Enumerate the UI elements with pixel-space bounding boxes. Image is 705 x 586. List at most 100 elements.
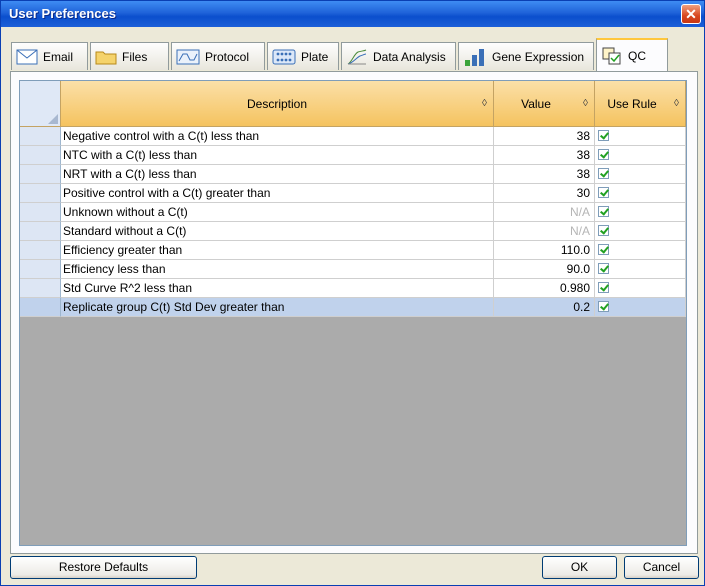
use-rule-cell <box>595 298 686 317</box>
sort-icon: ◊ <box>583 98 588 109</box>
row-header[interactable] <box>20 279 61 298</box>
cancel-button[interactable]: Cancel <box>624 556 699 579</box>
use-rule-cell <box>595 241 686 260</box>
use-rule-cell <box>595 222 686 241</box>
row-header[interactable] <box>20 222 61 241</box>
value-cell[interactable]: 30 <box>494 184 595 203</box>
folder-icon <box>95 51 117 64</box>
row-header[interactable] <box>20 203 61 222</box>
row-header[interactable] <box>20 165 61 184</box>
use-rule-checkbox[interactable] <box>598 187 609 198</box>
tab-label: Plate <box>301 49 329 64</box>
table-row[interactable]: Std Curve R^2 less than 0.980 <box>20 279 686 298</box>
value-cell: N/A <box>494 203 595 222</box>
bar-chart-icon <box>465 48 484 66</box>
table-row[interactable]: Positive control with a C(t) greater tha… <box>20 184 686 203</box>
grid-corner-header[interactable] <box>20 81 61 127</box>
user-preferences-dialog: User Preferences ✕ Email Files Protocol … <box>0 0 705 586</box>
description-cell: Efficiency greater than <box>61 241 494 260</box>
use-rule-checkbox[interactable] <box>598 225 609 236</box>
value-cell: N/A <box>494 222 595 241</box>
row-header[interactable] <box>20 260 61 279</box>
use-rule-cell <box>595 165 686 184</box>
title-bar[interactable]: User Preferences ✕ <box>1 1 704 27</box>
use-rule-checkbox[interactable] <box>598 130 609 141</box>
ok-button[interactable]: OK <box>542 556 617 579</box>
qc-rules-grid: Description ◊ Value ◊ Use Rule ◊ Negativ… <box>19 80 687 546</box>
row-header[interactable] <box>20 127 61 146</box>
tab-label: Data Analysis <box>373 49 446 64</box>
protocol-icon <box>176 49 200 64</box>
column-header-label: Use Rule <box>607 96 657 111</box>
use-rule-checkbox[interactable] <box>598 282 609 293</box>
window-title: User Preferences <box>9 6 116 21</box>
column-header-value[interactable]: Value ◊ <box>494 81 595 127</box>
tab-gene-expression[interactable]: Gene Expression <box>458 42 594 70</box>
use-rule-checkbox[interactable] <box>598 149 609 160</box>
value-cell[interactable]: 110.0 <box>494 241 595 260</box>
description-cell: Unknown without a C(t) <box>61 203 494 222</box>
table-row[interactable]: Standard without a C(t) N/A <box>20 222 686 241</box>
column-header-use-rule[interactable]: Use Rule ◊ <box>595 81 686 127</box>
use-rule-checkbox[interactable] <box>598 206 609 217</box>
description-cell: Efficiency less than <box>61 260 494 279</box>
column-header-description[interactable]: Description ◊ <box>61 81 494 127</box>
description-cell: Positive control with a C(t) greater tha… <box>61 184 494 203</box>
description-cell: Negative control with a C(t) less than <box>61 127 494 146</box>
column-header-label: Value <box>521 96 551 111</box>
use-rule-cell <box>595 127 686 146</box>
tab-label: Files <box>122 49 148 64</box>
value-cell[interactable]: 90.0 <box>494 260 595 279</box>
use-rule-checkbox[interactable] <box>598 168 609 179</box>
table-row[interactable]: NTC with a C(t) less than 38 <box>20 146 686 165</box>
tab-data-analysis[interactable]: Data Analysis <box>341 42 456 70</box>
description-cell: Replicate group C(t) Std Dev greater tha… <box>61 298 494 317</box>
use-rule-checkbox[interactable] <box>598 244 609 255</box>
plate-icon <box>272 49 296 64</box>
table-row[interactable]: Efficiency less than 90.0 <box>20 260 686 279</box>
sort-icon: ◊ <box>674 98 679 109</box>
description-cell: Standard without a C(t) <box>61 222 494 241</box>
qc-icon <box>602 47 621 64</box>
value-cell[interactable]: 38 <box>494 127 595 146</box>
close-icon[interactable]: ✕ <box>681 4 701 24</box>
use-rule-checkbox[interactable] <box>598 263 609 274</box>
table-row[interactable]: Unknown without a C(t) N/A <box>20 203 686 222</box>
corner-triangle-icon <box>48 114 58 124</box>
use-rule-cell <box>595 184 686 203</box>
tab-email[interactable]: Email <box>11 42 88 70</box>
use-rule-cell <box>595 260 686 279</box>
row-header[interactable] <box>20 241 61 260</box>
use-rule-cell <box>595 203 686 222</box>
sort-icon: ◊ <box>482 98 487 109</box>
row-header[interactable] <box>20 184 61 203</box>
value-cell[interactable]: 0.2 <box>494 298 595 317</box>
table-row[interactable]: Efficiency greater than 110.0 <box>20 241 686 260</box>
use-rule-checkbox[interactable] <box>598 301 609 312</box>
table-row[interactable]: NRT with a C(t) less than 38 <box>20 165 686 184</box>
value-cell[interactable]: 0.980 <box>494 279 595 298</box>
tab-protocol[interactable]: Protocol <box>171 42 265 70</box>
row-header[interactable] <box>20 146 61 165</box>
data-analysis-icon <box>347 49 367 64</box>
restore-defaults-button[interactable]: Restore Defaults <box>10 556 197 579</box>
tab-label: Gene Expression <box>492 49 585 64</box>
tab-qc[interactable]: QC <box>596 38 668 71</box>
table-row-selected[interactable]: Replicate group C(t) Std Dev greater tha… <box>20 298 686 317</box>
description-cell: NRT with a C(t) less than <box>61 165 494 184</box>
tab-label: QC <box>628 48 646 63</box>
tab-label: Protocol <box>205 49 250 64</box>
table-row[interactable]: Negative control with a C(t) less than 3… <box>20 127 686 146</box>
qc-panel: Description ◊ Value ◊ Use Rule ◊ Negativ… <box>10 71 698 554</box>
tab-files[interactable]: Files <box>90 42 169 70</box>
row-header[interactable] <box>20 298 61 317</box>
envelope-icon <box>16 49 38 64</box>
description-cell: Std Curve R^2 less than <box>61 279 494 298</box>
tab-label: Email <box>43 49 74 64</box>
value-cell[interactable]: 38 <box>494 165 595 184</box>
use-rule-cell <box>595 279 686 298</box>
tab-plate[interactable]: Plate <box>267 42 339 70</box>
value-cell[interactable]: 38 <box>494 146 595 165</box>
column-header-label: Description <box>246 96 308 111</box>
description-cell: NTC with a C(t) less than <box>61 146 494 165</box>
